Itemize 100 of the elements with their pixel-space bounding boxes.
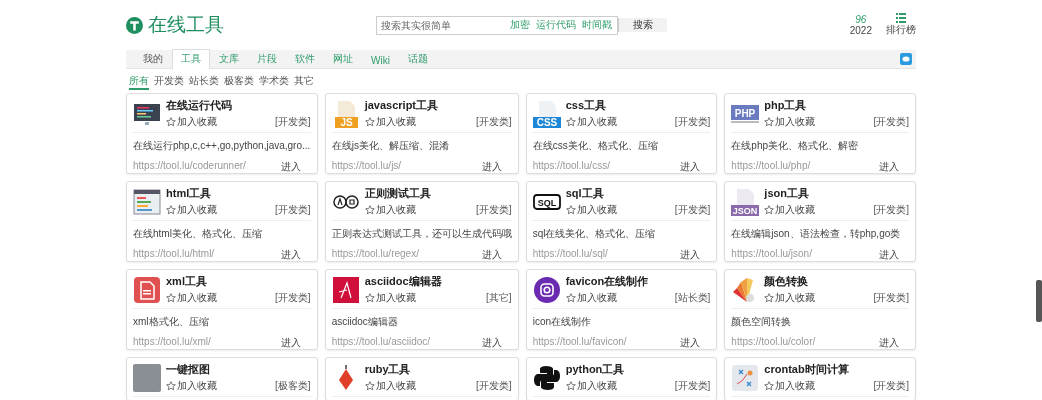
category-filter[interactable]: 极客类 (224, 74, 254, 90)
photo-placeholder (133, 363, 161, 392)
star-icon (166, 293, 176, 303)
favorite-link[interactable]: 加入收藏 (565, 379, 617, 393)
tool-title[interactable]: 颜色转换 (764, 274, 909, 289)
favorite-link[interactable]: 加入收藏 (166, 203, 217, 217)
category-label: [开发类] (873, 115, 909, 129)
tool-title[interactable]: xml工具 (166, 274, 311, 289)
scrollbar[interactable] (1036, 280, 1042, 322)
search-button[interactable]: 搜索 (618, 18, 667, 32)
category-label: [站长类] (674, 291, 711, 305)
list-icon (896, 13, 906, 23)
tool-title[interactable]: 正则测试工具 (364, 186, 512, 201)
chat-icon[interactable] (900, 53, 912, 65)
tool-description: 在线运行php,c,c++,go,python,java,gro... (133, 139, 311, 153)
tool-title[interactable]: javascript工具 (364, 98, 512, 113)
category-label: [开发类] (476, 115, 512, 129)
tool-description: sql在线美化、格式化、压缩 (532, 227, 657, 241)
enter-link[interactable]: 进入 (481, 336, 502, 350)
enter-link[interactable]: 进入 (680, 248, 701, 262)
tool-title[interactable]: favicon在线制作 (565, 274, 711, 289)
tool-url: https://tool.lu/regex/ (331, 248, 419, 261)
enter-link[interactable]: 进入 (280, 336, 301, 350)
category-label: [开发类] (674, 379, 711, 393)
star-icon (364, 205, 375, 215)
tool-description: 正则表达式测试工具，还可以生成代码哦 (331, 227, 512, 241)
favorite-link[interactable]: 加入收藏 (764, 379, 816, 393)
tool-description: xml格式化、压缩 (133, 315, 210, 329)
tool-title[interactable]: css工具 (565, 98, 711, 113)
favorite-link[interactable]: 加入收藏 (565, 203, 617, 217)
tool-title[interactable]: json工具 (764, 186, 909, 201)
favorite-link[interactable]: 加入收藏 (565, 115, 617, 129)
favorite-link[interactable]: 加入收藏 (364, 379, 416, 393)
html-screen-icon (133, 187, 161, 216)
tool-description: 在线html美化、格式化、压缩 (133, 227, 263, 241)
tool-url: https://tool.lu/js/ (331, 160, 402, 173)
search-link[interactable]: 时间戳 (582, 18, 612, 32)
enter-link[interactable]: 进入 (879, 248, 899, 262)
search-link[interactable]: 运行代码 (536, 18, 576, 32)
enter-link[interactable]: 进入 (481, 248, 502, 262)
category-label: [开发类] (275, 203, 311, 217)
star-icon (764, 293, 775, 303)
tool-title[interactable]: 一键抠图 (166, 362, 311, 377)
star-icon (764, 205, 775, 215)
tool-title[interactable]: python工具 (565, 362, 711, 377)
enter-link[interactable]: 进入 (280, 160, 301, 174)
tool-url: https://tool.lu/sql/ (532, 248, 608, 261)
tool-title[interactable]: asciidoc编辑器 (364, 274, 512, 289)
category-label: [开发类] (476, 203, 512, 217)
category-label: [开发类] (275, 291, 311, 305)
category-filter[interactable]: 所有 (129, 74, 149, 90)
ranking-link[interactable]: 排行榜 (886, 23, 916, 37)
enter-link[interactable]: 进入 (680, 160, 701, 174)
nav-tab[interactable]: 我的 (134, 49, 172, 69)
star-icon (764, 381, 775, 391)
tool-url: https://tool.lu/asciidoc/ (331, 336, 431, 349)
favorite-link[interactable]: 加入收藏 (364, 203, 416, 217)
category-label: [开发类] (674, 115, 711, 129)
star-icon (166, 205, 176, 215)
search-field[interactable]: 搜索其实很简单 加密 运行代码 时间戳 (376, 15, 618, 35)
tool-title[interactable]: 在线运行代码 (166, 98, 311, 113)
camera-icon (532, 275, 561, 304)
enter-link[interactable]: 进入 (280, 248, 301, 262)
category-filter[interactable]: 开发类 (154, 74, 184, 90)
star-icon (166, 381, 176, 391)
search-link[interactable]: 加密 (510, 18, 530, 32)
tool-title[interactable]: php工具 (764, 98, 909, 113)
snake-logo-icon (532, 363, 561, 392)
letter-a-logo-icon (331, 275, 360, 304)
enter-link[interactable]: 进入 (879, 336, 899, 350)
stat-value: 96 (855, 14, 867, 25)
favorite-link[interactable]: 加入收藏 (565, 291, 617, 305)
favorite-link[interactable]: 加入收藏 (166, 115, 217, 129)
favorite-link[interactable]: 加入收藏 (166, 379, 217, 393)
category-label: [开发类] (873, 291, 909, 305)
stat-year: 2022 (849, 25, 872, 36)
favorite-link[interactable]: 加入收藏 (364, 115, 416, 129)
category-filter[interactable]: 站长类 (189, 74, 219, 90)
tool-title[interactable]: html工具 (166, 186, 311, 201)
chart-sketch-icon (731, 363, 760, 392)
tool-url: https://tool.lu/color/ (731, 336, 816, 349)
tool-title[interactable]: ruby工具 (364, 362, 512, 377)
favorite-link[interactable]: 加入收藏 (764, 203, 816, 217)
category-filter[interactable]: 学术类 (259, 74, 289, 90)
category-filter[interactable]: 其它 (294, 74, 314, 90)
tool-title[interactable]: sql工具 (565, 186, 711, 201)
star-icon (764, 117, 775, 127)
star-icon (364, 381, 375, 391)
favorite-link[interactable]: 加入收藏 (764, 115, 816, 129)
tool-title[interactable]: crontab时间计算 (764, 362, 909, 377)
category-label: [开发类] (275, 115, 311, 129)
favorite-link[interactable]: 加入收藏 (764, 291, 816, 305)
enter-link[interactable]: 进入 (680, 336, 701, 350)
enter-link[interactable]: 进入 (879, 160, 899, 174)
favorite-link[interactable]: 加入收藏 (166, 291, 217, 305)
star-icon (364, 117, 375, 127)
nav-tab[interactable]: 工具 (172, 49, 210, 69)
favorite-link[interactable]: 加入收藏 (364, 291, 416, 305)
site-logo-text: 在线工具 (148, 13, 224, 37)
enter-link[interactable]: 进入 (481, 160, 502, 174)
